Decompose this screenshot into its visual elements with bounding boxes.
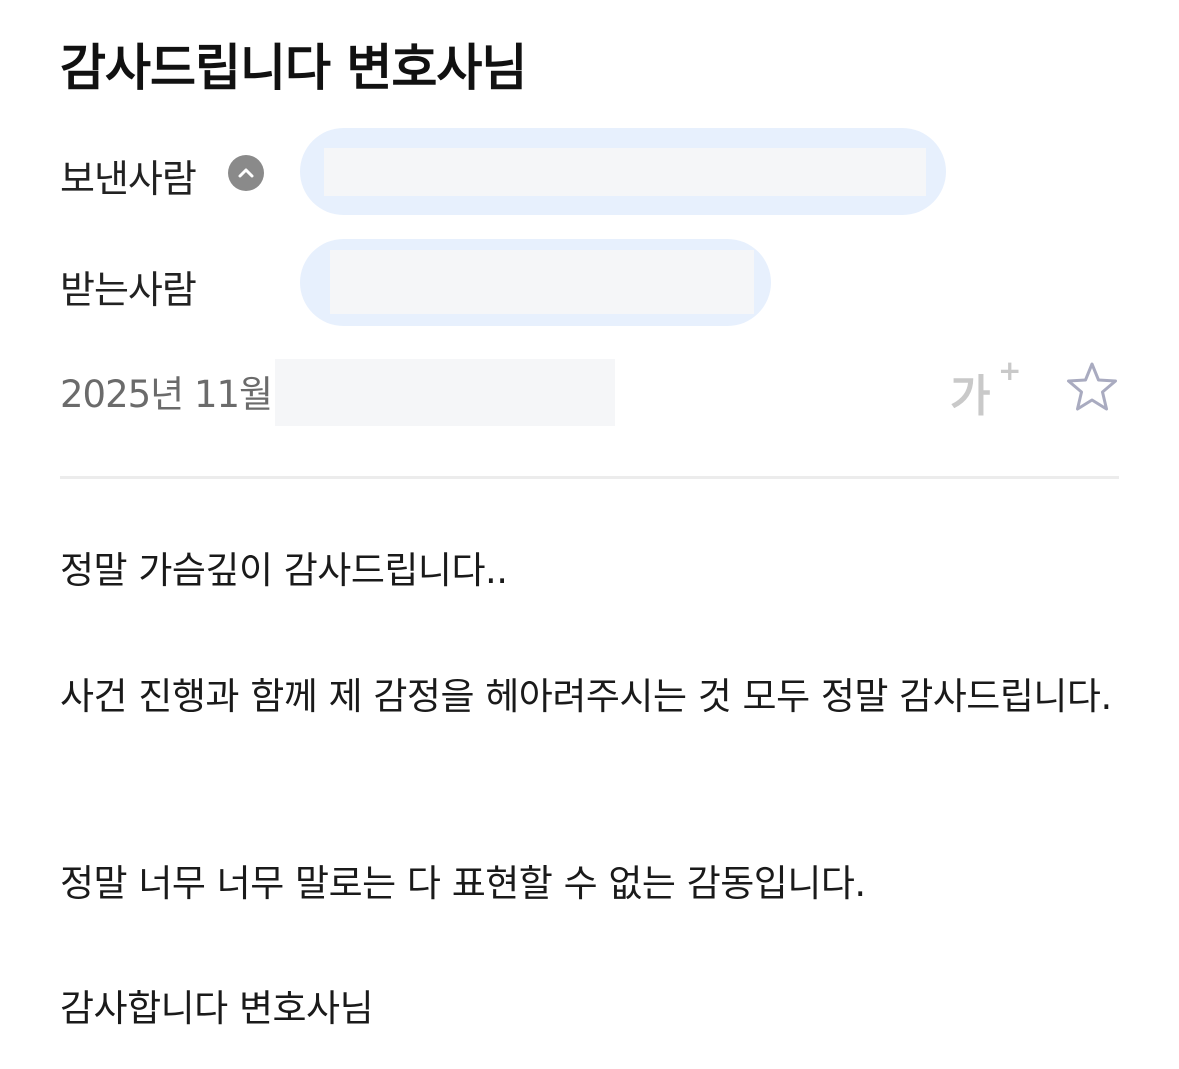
font-size-button[interactable]: 가 + <box>950 354 1025 422</box>
sender-address-chip[interactable] <box>300 128 946 215</box>
body-paragraph: 정말 너무 너무 말로는 다 표현할 수 없는 감동입니다. <box>60 862 866 905</box>
header-divider <box>60 476 1119 479</box>
body-paragraph: 감사합니다 변호사님 <box>60 987 374 1030</box>
recipient-label: 받는사람 <box>60 268 197 312</box>
redacted-date-detail <box>275 359 615 426</box>
recipient-address-chip[interactable] <box>300 239 771 326</box>
body-paragraph: 정말 가슴깊이 감사드립니다.. <box>60 549 508 592</box>
email-subject: 감사드립니다 변호사님 <box>60 39 527 97</box>
redacted-recipient-address <box>330 250 754 314</box>
star-icon[interactable] <box>1064 360 1120 416</box>
plus-sign: + <box>998 354 1022 387</box>
email-date: 2025년 11월 <box>60 373 273 416</box>
sender-label: 보낸사람 <box>60 157 197 201</box>
body-paragraph: 사건 진행과 함께 제 감정을 헤아려주시는 것 모두 정말 감사드립니다. <box>60 675 1112 718</box>
redacted-sender-address <box>324 148 926 196</box>
font-size-increase-icon: 가 <box>950 371 991 422</box>
chevron-up-icon[interactable] <box>228 155 264 191</box>
